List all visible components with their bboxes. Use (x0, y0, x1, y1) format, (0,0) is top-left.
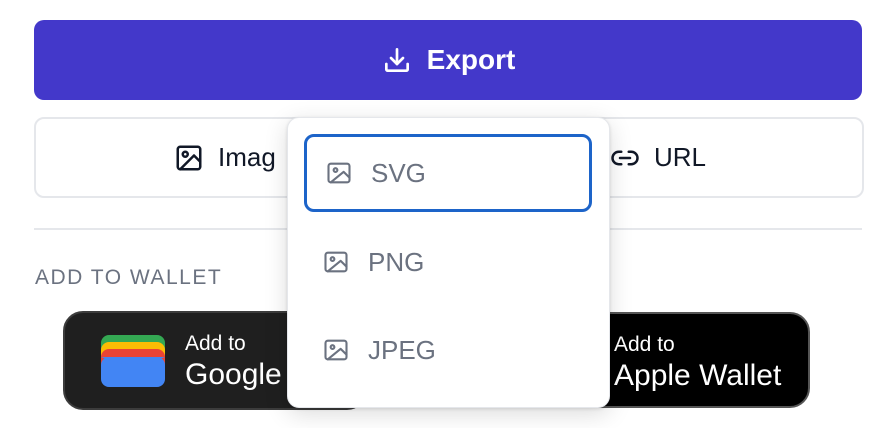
apple-wallet-line1: Add to (614, 333, 675, 356)
option-label: JPEG (368, 334, 436, 365)
url-button[interactable]: URL (610, 119, 706, 196)
option-jpeg[interactable]: JPEG (304, 311, 592, 389)
google-wallet-line1: Add to (185, 332, 246, 355)
apple-wallet-line2: Apple Wallet (614, 359, 782, 392)
image-icon (324, 339, 348, 361)
download-icon (384, 48, 409, 72)
option-png[interactable]: PNG (304, 223, 592, 301)
url-label: URL (654, 142, 707, 172)
link-icon (611, 150, 639, 165)
image-format-button[interactable]: Imag (174, 119, 276, 196)
image-icon (324, 251, 348, 273)
google-wallet-logo (101, 335, 165, 387)
export-format-dropdown: SVG PNG JPEG (287, 117, 610, 408)
option-svg[interactable]: SVG (304, 134, 592, 212)
image-icon (327, 162, 351, 184)
google-wallet-line2: Google (185, 358, 282, 391)
image-format-label: Imag (218, 142, 276, 172)
image-icon (176, 145, 202, 170)
export-button[interactable]: Export (34, 20, 862, 100)
option-label: PNG (368, 246, 425, 277)
wallet-section-label: ADD TO WALLET (35, 266, 223, 289)
export-label: Export (426, 44, 516, 75)
option-label: SVG (371, 157, 426, 188)
